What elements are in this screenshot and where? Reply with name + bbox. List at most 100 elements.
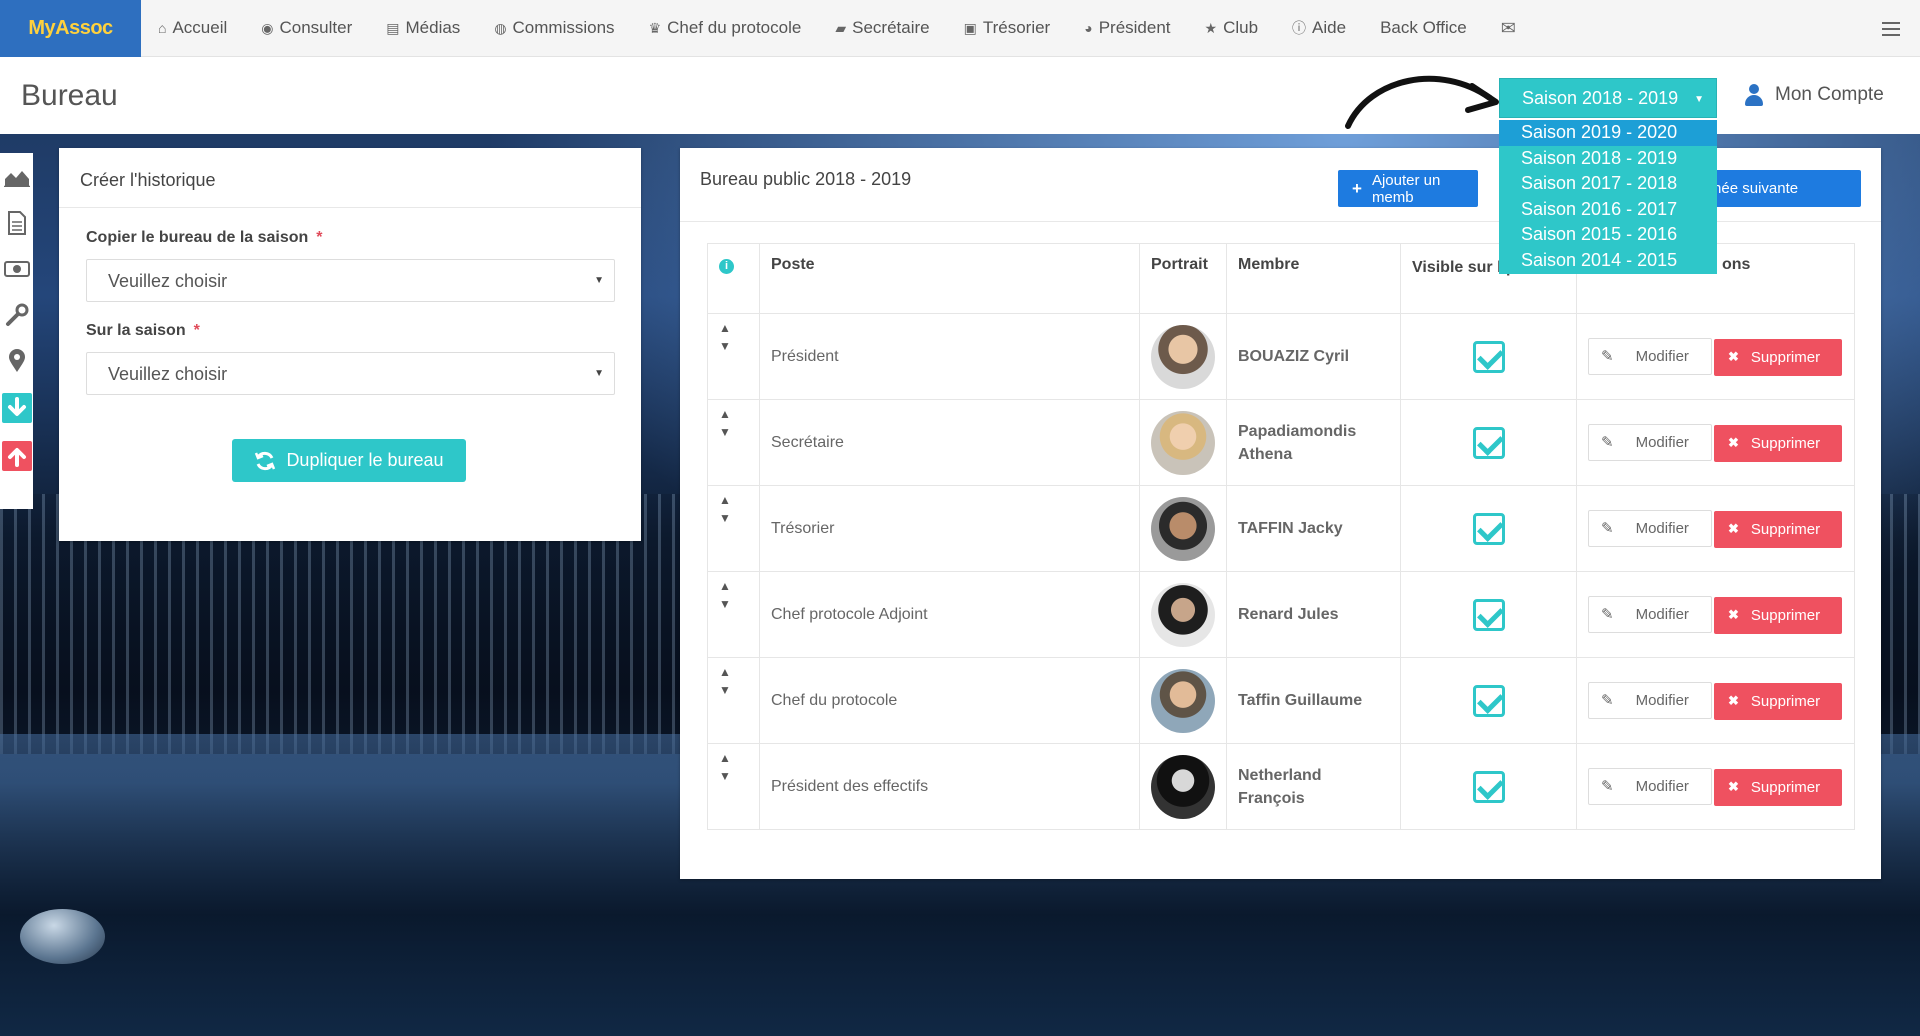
- drag-handle[interactable]: ▲ ▼: [707, 571, 760, 658]
- delete-button[interactable]: ✖ Supprimer: [1714, 596, 1842, 634]
- nav-label: Club: [1223, 18, 1259, 37]
- info-icon[interactable]: i: [719, 259, 734, 274]
- checkbox-checked-icon[interactable]: [1472, 426, 1505, 459]
- edit-icon: ✎: [1601, 348, 1614, 365]
- nav-item-tresorier[interactable]: ▣ Trésorier: [947, 0, 1068, 57]
- add-member-button[interactable]: + Ajouter un memb: [1338, 170, 1478, 207]
- nav-item-aide[interactable]: ⓘ Aide: [1275, 0, 1363, 57]
- menu-toggle-icon[interactable]: [1882, 21, 1900, 36]
- season-option[interactable]: Saison 2019 - 2020: [1499, 120, 1717, 146]
- checkbox-checked-icon[interactable]: [1472, 598, 1505, 631]
- season-option[interactable]: Saison 2017 - 2018: [1499, 171, 1717, 197]
- wrench-icon[interactable]: [3, 301, 31, 329]
- map-marker-icon[interactable]: [3, 347, 31, 375]
- column-header-membre: Membre: [1226, 243, 1401, 314]
- avatar: [1151, 410, 1215, 475]
- upload-icon[interactable]: [1, 441, 32, 471]
- cell-membre: TAFFIN Jacky: [1226, 485, 1401, 572]
- delete-button[interactable]: ✖ Supprimer: [1714, 510, 1842, 548]
- nav-item-commissions[interactable]: ◍ Commissions: [477, 0, 631, 57]
- season-option[interactable]: Saison 2014 - 2015: [1499, 248, 1717, 274]
- modify-button[interactable]: ✎ Modifier: [1588, 423, 1712, 461]
- checkbox-checked-icon[interactable]: [1472, 340, 1505, 373]
- nav-item-accueil[interactable]: ⌂ Accueil: [141, 0, 244, 57]
- delete-label: Supprimer: [1750, 778, 1821, 796]
- info-icon: ⓘ: [1292, 20, 1307, 36]
- required-mark: *: [193, 322, 200, 339]
- season-select[interactable]: Saison 2018 - 2019 ▼: [1499, 78, 1717, 118]
- checkbox-checked-icon[interactable]: [1472, 684, 1505, 717]
- cell-membre: Papadiamondis Athena: [1226, 399, 1401, 486]
- column-header-portrait: Portrait: [1139, 243, 1227, 314]
- modify-button[interactable]: ✎ Modifier: [1588, 509, 1712, 547]
- season-option[interactable]: Saison 2018 - 2019: [1499, 146, 1717, 172]
- file-icon: ▤: [386, 19, 400, 36]
- cell-poste: Président des effectifs: [759, 743, 1140, 830]
- nav-item-club[interactable]: ★ Club: [1188, 0, 1276, 57]
- document-icon[interactable]: [3, 209, 31, 237]
- nav-item-secretaire[interactable]: ▰ Secrétaire: [818, 0, 946, 57]
- top-navbar: MyAssoc ⌂ Accueil ◉ Consulter ▤ Médias ◍ Com…: [0, 0, 1920, 57]
- cell-actions: ✎ Modifier ✖ Supprimer: [1576, 399, 1855, 486]
- nav-label: Chef du protocole: [667, 18, 802, 37]
- cell-poste: Trésorier: [759, 485, 1140, 572]
- drag-handle[interactable]: ▲ ▼: [707, 657, 760, 744]
- nav-item-medias[interactable]: ▤ Médias: [369, 0, 477, 57]
- delete-button[interactable]: ✖ Supprimer: [1714, 682, 1842, 720]
- modify-button[interactable]: ✎ Modifier: [1588, 595, 1712, 633]
- checkbox-checked-icon[interactable]: [1472, 512, 1505, 545]
- cell-portrait: [1139, 399, 1227, 486]
- duplicate-board-button[interactable]: Dupliquer le bureau: [232, 439, 466, 482]
- checkbox-checked-icon[interactable]: [1472, 770, 1505, 803]
- sort-icon: ▲ ▼: [719, 664, 731, 697]
- sort-icon: ▲ ▼: [719, 406, 731, 439]
- edit-icon: ✎: [1601, 434, 1614, 451]
- modify-button[interactable]: ✎ Modifier: [1588, 337, 1712, 375]
- brand-logo[interactable]: MyAssoc: [0, 0, 141, 57]
- user-circle-icon: ◍: [494, 19, 507, 36]
- copy-season-select[interactable]: Veuillez choisir ▼: [86, 259, 615, 302]
- board-table: i Poste Portrait Membre Visible sur l pu…: [707, 243, 1855, 830]
- star-icon: ★: [1204, 19, 1218, 36]
- drag-handle[interactable]: ▲ ▼: [707, 743, 760, 830]
- modify-button[interactable]: ✎ Modifier: [1588, 681, 1712, 719]
- drag-handle[interactable]: ▲ ▼: [707, 485, 760, 572]
- cell-visible: [1400, 399, 1577, 486]
- drag-handle[interactable]: ▲ ▼: [707, 313, 760, 400]
- nav-label: Trésorier: [982, 18, 1051, 37]
- nav-right: [1882, 0, 1900, 57]
- cell-visible: [1400, 571, 1577, 658]
- account-menu[interactable]: Mon Compte: [1745, 84, 1884, 106]
- modify-label: Modifier: [1635, 605, 1689, 623]
- nav-item-chef-protocole[interactable]: ♛ Chef du protocole: [632, 0, 819, 57]
- table-row: ▲ ▼ Président BOUAZIZ Cyril ✎ Modifier ✖ Sup…: [707, 313, 1855, 400]
- delete-button[interactable]: ✖ Supprimer: [1714, 424, 1842, 462]
- modify-button[interactable]: ✎ Modifier: [1588, 767, 1712, 805]
- cell-portrait: [1139, 313, 1227, 400]
- area-chart-icon[interactable]: [3, 163, 31, 191]
- nav-label: Secrétaire: [852, 18, 930, 37]
- background-rock: [20, 909, 105, 964]
- close-icon: ✖: [1728, 779, 1739, 794]
- nav-label: Président: [1098, 18, 1171, 37]
- target-season-select[interactable]: Veuillez choisir ▼: [86, 352, 615, 395]
- download-icon[interactable]: [1, 393, 32, 423]
- drag-handle[interactable]: ▲ ▼: [707, 399, 760, 486]
- banknote-icon[interactable]: [3, 255, 31, 283]
- nav-menu: ⌂ Accueil ◉ Consulter ▤ Médias ◍ Commissions…: [141, 0, 1533, 57]
- sort-icon: ▲ ▼: [719, 750, 731, 783]
- season-option[interactable]: Saison 2015 - 2016: [1499, 222, 1717, 248]
- nav-item-president[interactable]: ◕ Président: [1067, 0, 1187, 57]
- nav-item-messages[interactable]: ✉: [1484, 0, 1533, 57]
- modify-label: Modifier: [1635, 691, 1689, 709]
- nav-item-back-office[interactable]: Back Office: [1363, 0, 1484, 57]
- add-member-label: Ajouter un memb: [1371, 171, 1441, 206]
- delete-label: Supprimer: [1750, 348, 1821, 366]
- modify-label: Modifier: [1635, 433, 1689, 451]
- season-option[interactable]: Saison 2016 - 2017: [1499, 197, 1717, 223]
- nav-item-consulter[interactable]: ◉ Consulter: [244, 0, 369, 57]
- delete-button[interactable]: ✖ Supprimer: [1714, 768, 1842, 806]
- duplicate-board-label: Dupliquer le bureau: [286, 450, 444, 470]
- delete-button[interactable]: ✖ Supprimer: [1714, 338, 1842, 376]
- cell-visible: [1400, 743, 1577, 830]
